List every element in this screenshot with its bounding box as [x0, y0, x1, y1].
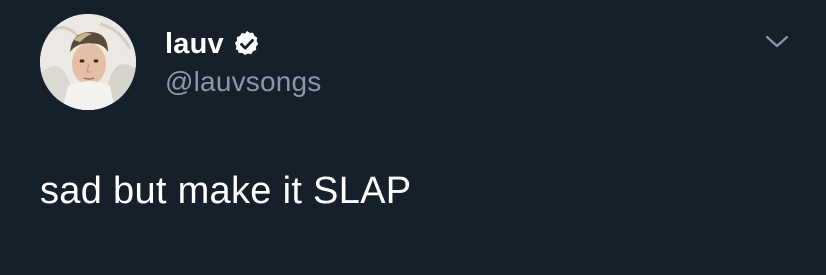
chevron-down-icon[interactable] — [762, 30, 792, 54]
author-avatar[interactable] — [40, 14, 136, 110]
verified-badge-icon — [232, 29, 262, 59]
avatar-photo — [40, 14, 136, 110]
name-row: lauv — [165, 26, 322, 62]
author-handle[interactable]: @lauvsongs — [165, 66, 322, 98]
tweet-text: sad but make it SLAP — [40, 170, 412, 212]
author-display-name[interactable]: lauv — [165, 28, 224, 61]
tweet-card: lauv @lauvsongs sad but make it SLAP — [0, 0, 826, 275]
author-info: lauv @lauvsongs — [165, 26, 322, 98]
